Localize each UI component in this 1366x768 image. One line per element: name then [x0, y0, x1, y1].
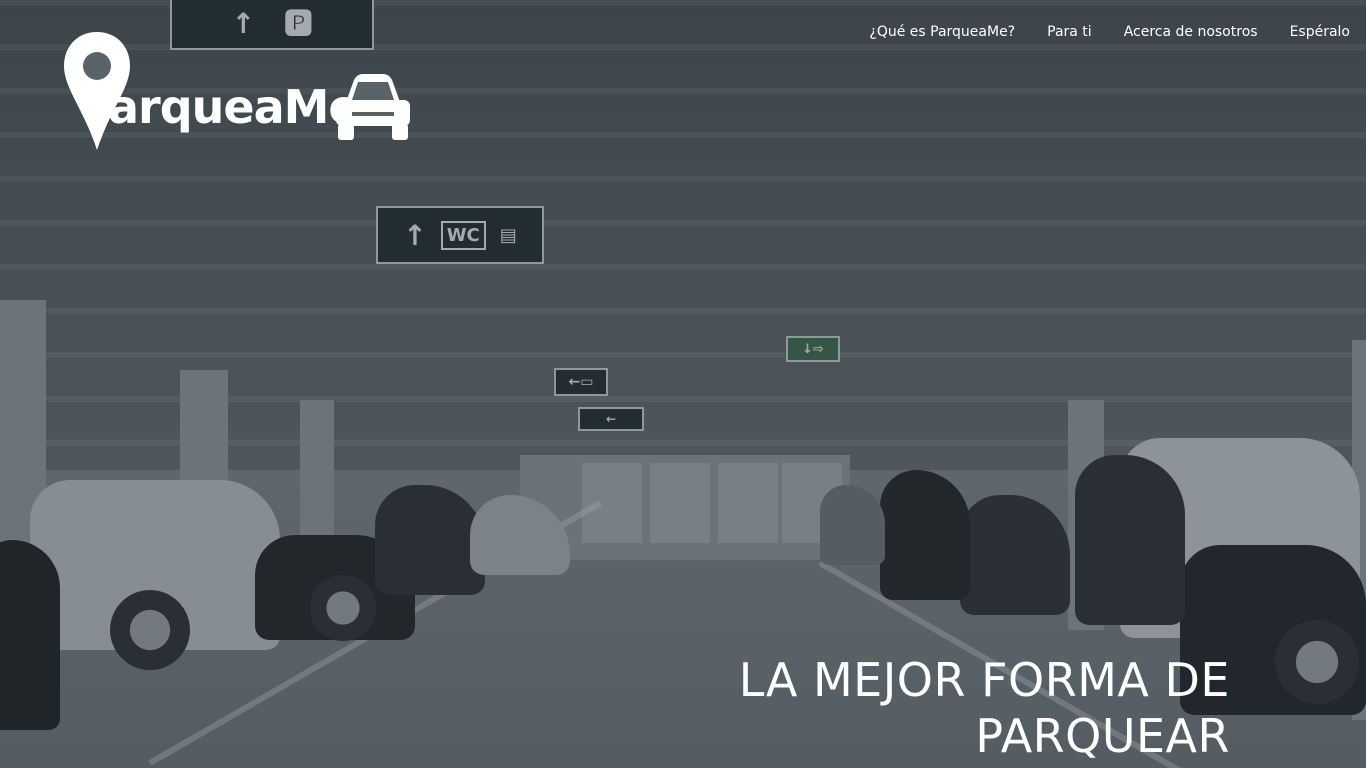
main-nav: ¿Qué es ParqueaMe? Para ti Acerca de nos… [869, 24, 1350, 40]
brand-logo[interactable]: arqueaMe [62, 30, 422, 154]
brand-wordmark: arqueaMe [108, 80, 360, 134]
car-icon [336, 74, 410, 140]
hero-headline-line2: PARQUEAR [975, 709, 1230, 763]
nav-link-acerca[interactable]: Acerca de nosotros [1124, 24, 1258, 40]
hero-headline-line1: LA MEJOR FORMA DE [738, 653, 1230, 707]
nav-link-que-es[interactable]: ¿Qué es ParqueaMe? [869, 24, 1015, 40]
hero-section: ↑ 🅿 ↑ WC ▤ ↓⇨ ←▭ ← arqueaMe ¿Qué es Parq… [0, 0, 1366, 768]
nav-link-esperalo[interactable]: Espéralo [1290, 24, 1350, 40]
nav-link-para-ti[interactable]: Para ti [1047, 24, 1092, 40]
hero-headline: LA MEJOR FORMA DE PARQUEAR [739, 652, 1230, 764]
